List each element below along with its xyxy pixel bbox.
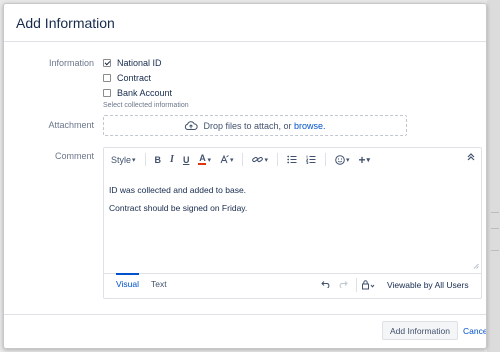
chevron-down-icon: ▾ — [366, 156, 371, 164]
text-color-button[interactable]: A ▾ — [198, 153, 211, 167]
redo-icon — [339, 281, 348, 289]
text-effects-icon — [220, 155, 229, 164]
comment-line: Contract should be signed on Friday. — [109, 203, 248, 213]
insert-more-button[interactable]: + ▾ — [359, 153, 371, 167]
bold-button[interactable]: B — [155, 153, 162, 167]
numbered-list-button[interactable] — [305, 153, 316, 167]
checkbox-contract-box[interactable] — [103, 74, 111, 82]
editor-footer: Visual Text Viewable by All Users — [104, 273, 481, 298]
dropzone-text: Drop files to attach, or — [203, 120, 292, 131]
numbered-list-icon — [305, 155, 316, 164]
comment-label: Comment — [54, 151, 94, 161]
toolbar-divider — [144, 153, 146, 166]
attachment-label: Attachment — [48, 120, 94, 130]
undo-button[interactable] — [321, 280, 331, 291]
underline-button[interactable]: U — [183, 153, 190, 167]
link-icon — [252, 156, 264, 163]
checkbox-contract[interactable]: Contract — [103, 72, 151, 84]
chevron-down-icon: ▾ — [345, 156, 350, 164]
dialog-header: Add Information — [4, 4, 486, 42]
text-color-icon: A — [198, 153, 207, 165]
restrictions-button[interactable] — [362, 280, 375, 292]
checkbox-contract-label: Contract — [117, 73, 152, 83]
bullet-list-button[interactable] — [287, 153, 297, 167]
checkbox-bank-account[interactable]: Bank Account — [103, 87, 172, 99]
redo-button[interactable] — [338, 280, 348, 291]
cancel-button[interactable]: Cancel — [463, 326, 486, 336]
style-dropdown[interactable]: Style ▾ — [111, 153, 136, 167]
dialog-footer: Add Information Cancel — [4, 314, 486, 348]
dialog-title: Add Information — [16, 15, 115, 31]
toolbar-divider — [242, 153, 244, 166]
tab-text[interactable]: Text — [151, 279, 167, 289]
information-hint: Select collected information — [103, 102, 189, 109]
toolbar-divider — [276, 153, 278, 166]
bullet-list-icon — [287, 155, 297, 164]
add-information-dialog: Add Information Information National ID … — [3, 3, 487, 349]
checkbox-national-id[interactable]: National ID — [103, 57, 162, 69]
add-information-button[interactable]: Add Information — [382, 321, 458, 340]
checkbox-bank-account-box[interactable] — [103, 89, 111, 97]
text-color-letter: A — [199, 153, 206, 163]
resize-handle-icon[interactable] — [473, 263, 479, 269]
chevron-down-icon: ▾ — [132, 156, 136, 164]
chevron-down-icon: ▾ — [229, 156, 234, 164]
cloud-upload-icon — [185, 121, 199, 130]
chevron-down-icon: ▾ — [264, 156, 268, 164]
emoji-button[interactable]: ▾ — [335, 153, 350, 167]
more-formatting-button[interactable]: ▾ — [220, 153, 234, 167]
lock-icon — [362, 280, 375, 290]
checkbox-national-id-box[interactable] — [103, 59, 111, 67]
visibility-label[interactable]: Viewable by All Users — [387, 280, 469, 290]
plus-icon: + — [358, 152, 366, 167]
comment-line: ID was collected and added to base. — [109, 185, 247, 195]
italic-button[interactable]: I — [170, 153, 174, 167]
checkbox-bank-account-label: Bank Account — [117, 88, 173, 98]
comment-editor[interactable]: Style ▾ B I U A ▾ ▾ ▾ ▾ + ▾ ID was colle… — [103, 147, 482, 299]
checkbox-national-id-label: National ID — [117, 58, 162, 68]
collapse-toolbar-button[interactable] — [467, 153, 475, 163]
information-label: Information — [48, 58, 94, 68]
footer-divider — [356, 278, 357, 292]
undo-icon — [321, 281, 330, 289]
background-page-edge — [487, 0, 500, 352]
emoji-icon — [335, 154, 345, 165]
link-button[interactable]: ▾ — [252, 153, 268, 167]
editor-content[interactable]: ID was collected and added to base. Cont… — [109, 181, 247, 217]
editor-toolbar: Style ▾ B I U A ▾ ▾ ▾ ▾ + ▾ — [104, 148, 481, 171]
style-dropdown-label: Style — [111, 154, 132, 165]
double-chevron-up-icon — [467, 153, 475, 161]
browse-link[interactable]: browse. — [294, 121, 326, 131]
attachment-dropzone[interactable]: Drop files to attach, or browse. — [103, 115, 407, 136]
tab-visual[interactable]: Visual — [116, 273, 139, 289]
toolbar-divider — [324, 153, 326, 166]
chevron-down-icon: ▾ — [207, 156, 211, 164]
